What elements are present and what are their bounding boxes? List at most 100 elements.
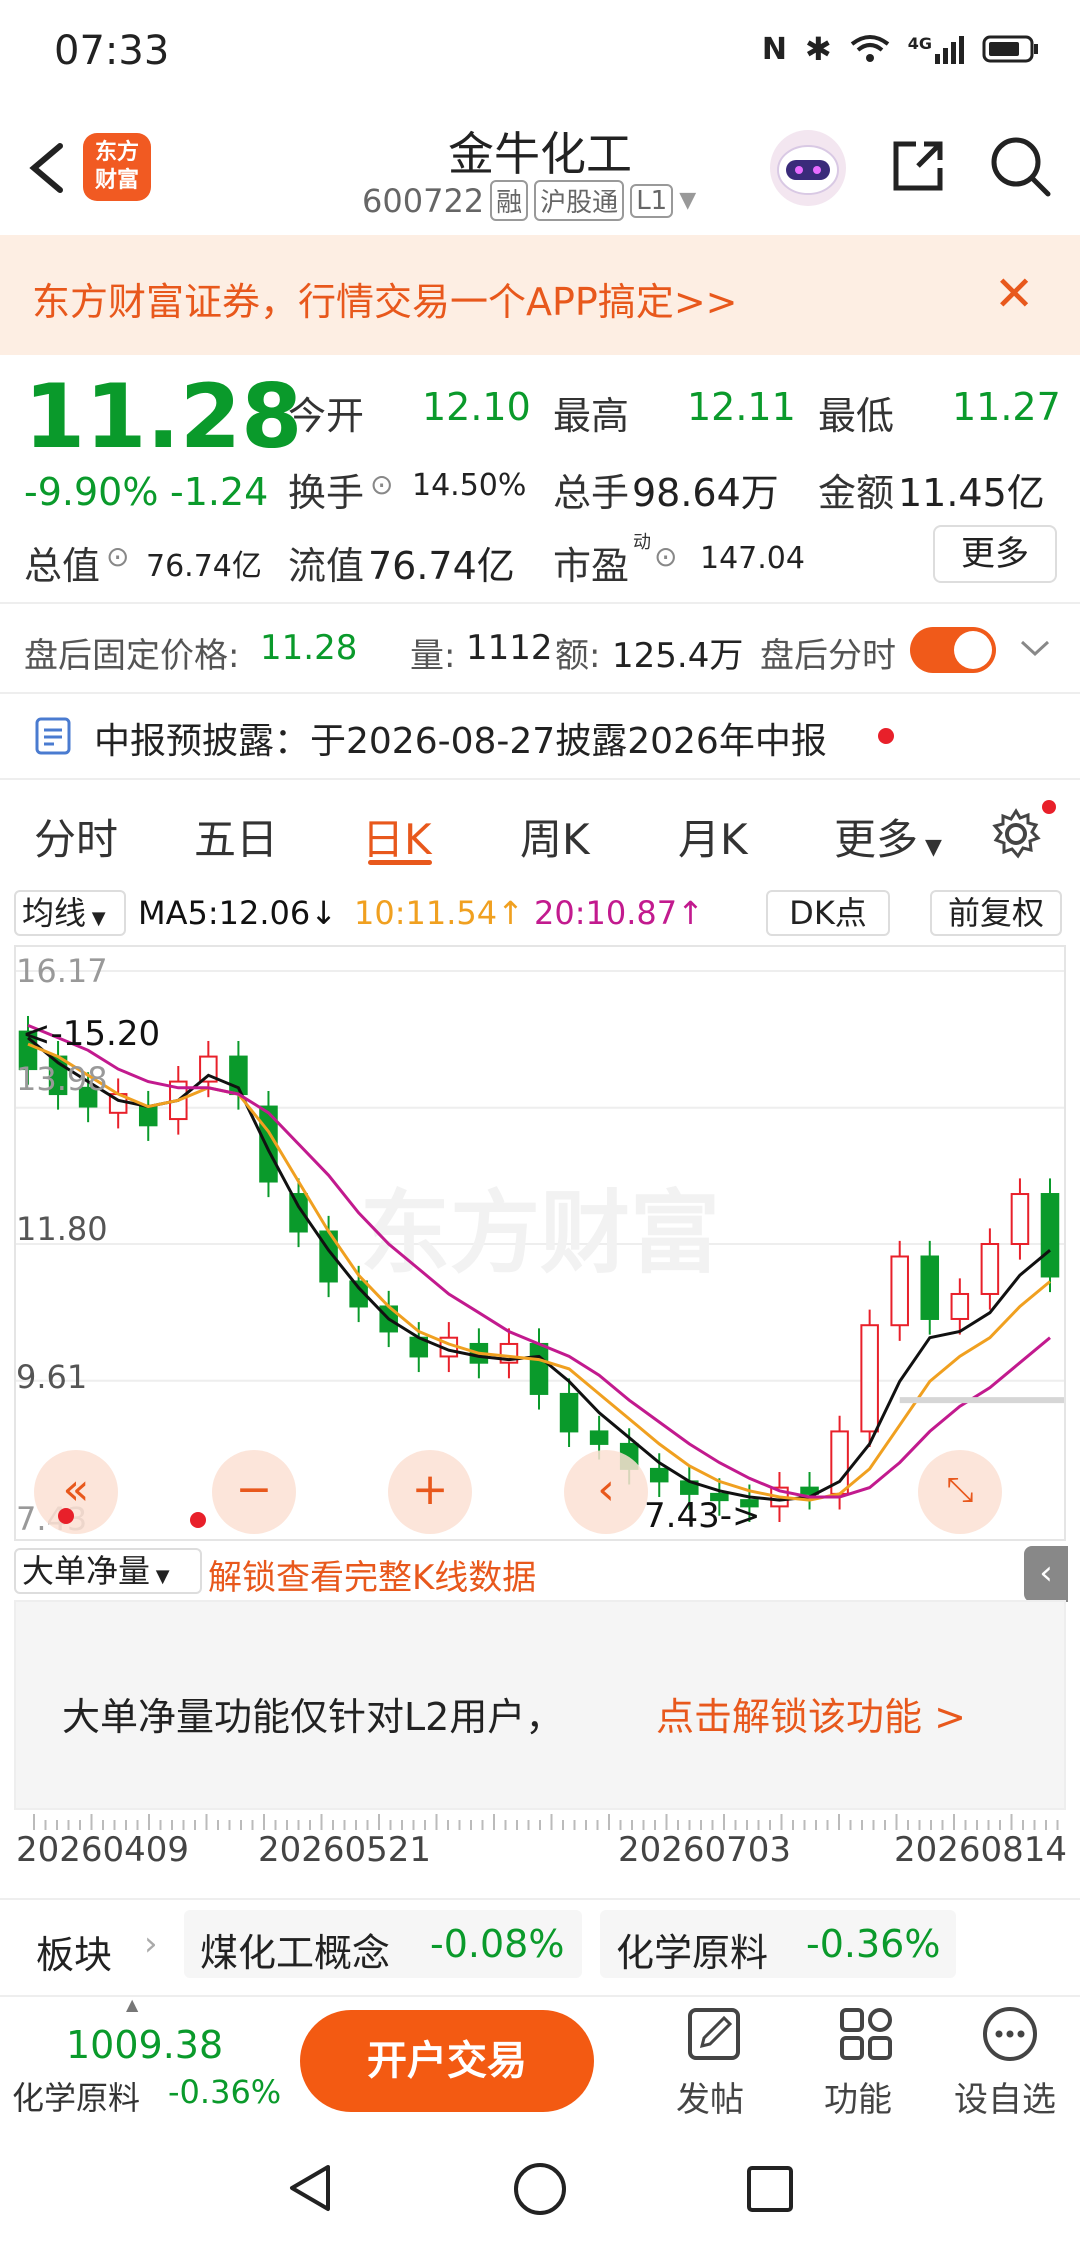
fullscreen-button[interactable]: ⤡ [918, 1450, 1002, 1534]
candle-body [559, 1392, 579, 1433]
info-icon[interactable]: ⊙ [106, 540, 129, 573]
y-tick: 9.61 [16, 1358, 88, 1396]
indicator-label: 大单净量 [22, 1552, 151, 1590]
scroll-left-button[interactable]: ‹ [564, 1450, 648, 1534]
event-marker[interactable] [190, 1512, 206, 1528]
info-icon[interactable]: ⊙ [654, 540, 677, 573]
settings-badge [1042, 800, 1056, 814]
tab-five-day[interactable]: 五日 [194, 806, 278, 867]
afterhours-amt-label: 额: [555, 636, 601, 676]
bluetooth-icon: ✱ [804, 30, 832, 68]
candle-body [920, 1255, 940, 1320]
candle-body [890, 1255, 909, 1327]
mktcap-label: 总值 [24, 544, 101, 588]
unread-dot [878, 728, 894, 744]
add-watchlist-button[interactable]: 设自选 [950, 2004, 1070, 2122]
margin-tag: 融 [490, 180, 529, 221]
info-icon[interactable]: ⊙ [370, 468, 393, 501]
wifi-icon [850, 35, 889, 62]
stock-code-row[interactable]: 600722 融 沪股通 L1 ▼ [362, 180, 696, 221]
tab-intraday[interactable]: 分时 [34, 806, 118, 867]
settings-icon[interactable] [990, 808, 1042, 860]
zoom-out-button[interactable]: − [212, 1450, 296, 1534]
pe-label: 市盈 [553, 544, 630, 588]
tab-daily-k[interactable]: 日K [362, 806, 432, 867]
event-marker[interactable] [58, 1508, 74, 1524]
open-label: 今开 [288, 394, 365, 438]
index-value[interactable]: 1009.38 [66, 2023, 223, 2067]
afterhours-price: 11.28 [260, 628, 358, 668]
index-change: -0.36% [168, 2073, 282, 2111]
x-tick: 20260409 [16, 1830, 190, 1870]
candle-body [950, 1292, 970, 1320]
tab-weekly-k[interactable]: 周K [520, 806, 590, 867]
more-quote-button[interactable]: 更多 [933, 525, 1057, 583]
search-icon[interactable] [988, 134, 1052, 198]
dk-point-select[interactable]: DK点 [766, 890, 890, 936]
chevron-down-icon[interactable] [1018, 636, 1052, 660]
volume-value: 98.64万 [632, 471, 779, 515]
candle-body [1040, 1193, 1060, 1278]
tab-more-label: 更多 [834, 815, 919, 864]
low-label: 最低 [818, 394, 895, 438]
features-button[interactable]: 功能 [812, 2004, 922, 2122]
chevron-right-icon[interactable]: › [144, 1924, 158, 1964]
nav-recents-icon[interactable] [744, 2163, 796, 2215]
notice-text: 中报预披露：于2026-08-27披露2026年中报 [94, 721, 827, 762]
afterhours-toggle[interactable] [910, 627, 996, 673]
collapse-panel-button[interactable]: ‹ [1024, 1546, 1068, 1602]
grid-icon [840, 2008, 892, 2060]
low-value: 11.27 [952, 385, 1061, 429]
open-account-trade-button[interactable]: 开户交易 [300, 2010, 594, 2112]
tab-monthly-k[interactable]: 月K [678, 806, 748, 867]
tab-more[interactable]: 更多 ▼ [834, 806, 942, 867]
sector-label: 板块 [36, 1933, 113, 1977]
post-label: 发帖 [676, 2080, 744, 2120]
share-icon[interactable] [888, 136, 948, 196]
pe-value: 147.04 [700, 541, 805, 576]
status-icons: N ✱ 4G [762, 30, 1040, 68]
adjust-select[interactable]: 前复权 [930, 890, 1062, 936]
edit-icon [688, 2008, 740, 2060]
amount-value: 11.45亿 [898, 471, 1045, 515]
add-watchlist-label: 设自选 [954, 2080, 1056, 2120]
zoom-in-button[interactable]: + [388, 1450, 472, 1534]
scroll-left-fast-button[interactable]: « [34, 1450, 118, 1534]
report-notice[interactable]: 中报预披露：于2026-08-27披露2026年中报 [0, 694, 1080, 778]
candle-body [589, 1430, 609, 1445]
period-tabs: 分时 五日 日K 周K 月K 更多 ▼ [0, 780, 1080, 880]
change-amount: -1.24 [170, 470, 269, 514]
indicator-select[interactable]: 大单净量 ▼ [14, 1548, 202, 1594]
sector-chip-coal[interactable]: 煤化工概念 -0.08% [184, 1910, 582, 1978]
ma-type-select[interactable]: 均线 ▼ [14, 890, 126, 936]
change-percent: -9.90% [24, 470, 159, 514]
pe-dynamic-mark: 动 [633, 532, 651, 553]
index-name[interactable]: 化学原料 [12, 2073, 140, 2119]
level-tag: L1 [630, 183, 674, 218]
afterhours-toggle-label: 盘后分时 [760, 636, 896, 676]
float-value: 76.74亿 [368, 544, 515, 588]
unlock-feature-link[interactable]: 点击解锁该功能 > [656, 1686, 966, 1741]
nav-home-icon[interactable] [512, 2161, 568, 2217]
assistant-avatar[interactable] [770, 130, 846, 206]
x-tick: 20260703 [618, 1830, 792, 1870]
afterhours-amt: 125.4万 [612, 636, 744, 676]
turnover-label: 换手 [288, 471, 365, 515]
nav-back-icon[interactable] [284, 2161, 338, 2215]
volume-label: 总手 [553, 471, 630, 515]
post-button[interactable]: 发帖 [660, 2004, 770, 2122]
turnover-value: 14.50% [412, 468, 527, 503]
indicator-locked-panel: 大单净量功能仅针对L2用户， 点击解锁该功能 > [14, 1600, 1066, 1810]
system-nav-bar [0, 2125, 1080, 2244]
sector-chip-chem[interactable]: 化学原料 -0.36% [600, 1910, 956, 1978]
close-icon[interactable]: ✕ [994, 269, 1034, 319]
afterhours-vol: 1112 [466, 628, 553, 668]
kline-chart[interactable]: 东方财富 [14, 945, 1066, 1541]
candle-body [860, 1324, 879, 1433]
promo-text[interactable]: 东方财富证券，行情交易一个APP搞定>> [32, 271, 738, 326]
candle-body [529, 1342, 549, 1395]
time-scrubber[interactable] [14, 1812, 1066, 1830]
promo-banner[interactable]: 东方财富证券，行情交易一个APP搞定>> ✕ [0, 235, 1080, 355]
unlock-kline-link[interactable]: 解锁查看完整K线数据 [208, 1550, 536, 1599]
y-tick: 16.17 [16, 952, 108, 990]
